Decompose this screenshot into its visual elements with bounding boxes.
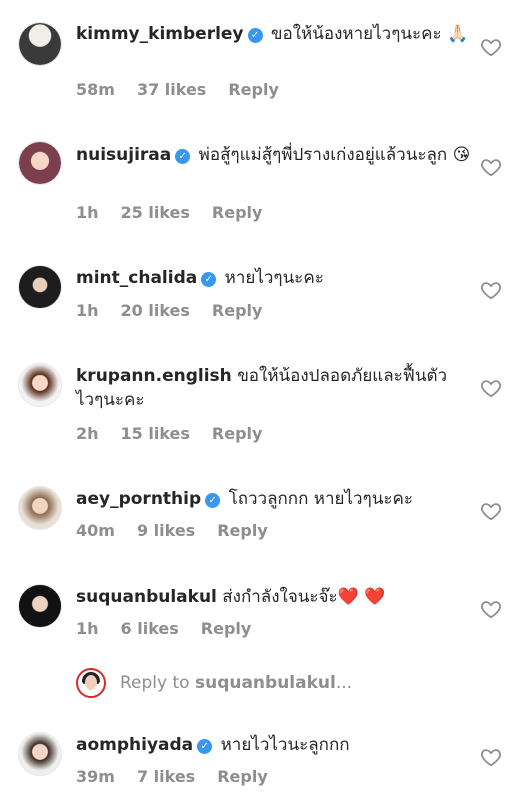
heart-icon[interactable] — [480, 746, 502, 768]
reply-button[interactable]: Reply — [212, 424, 263, 443]
username[interactable]: kimmy_kimberley — [76, 24, 244, 44]
like-count[interactable]: 37 likes — [137, 80, 206, 99]
avatar[interactable] — [18, 584, 62, 628]
comment-text: พ่อสู้ๆแม่สู้ๆพี่ปรางเก่งอยู่แล้วนะลูก 😘 — [198, 145, 471, 165]
avatar[interactable] — [18, 486, 62, 530]
comment-meta: 58m 37 likes Reply — [76, 80, 301, 99]
username[interactable]: aomphiyada — [76, 735, 193, 755]
like-count[interactable]: 15 likes — [121, 424, 190, 443]
username[interactable]: suquanbulakul — [76, 587, 217, 607]
comment-text: ขอให้น้องหายไวๆนะคะ 🙏🏻 — [270, 24, 469, 44]
avatar[interactable] — [18, 363, 62, 407]
reply-button[interactable]: Reply — [217, 767, 268, 786]
reply-to-text[interactable]: Reply to suquanbulakul... — [120, 673, 352, 693]
username[interactable]: mint_chalida — [76, 268, 197, 288]
heart-icon[interactable] — [480, 36, 502, 58]
current-user-avatar — [76, 668, 106, 698]
username[interactable]: krupann.english — [76, 366, 232, 386]
reply-button[interactable]: Reply — [212, 203, 263, 222]
comment-meta: 39m 7 likes Reply — [76, 767, 290, 786]
comment-time: 2h — [76, 424, 99, 443]
reply-to-user: suquanbulakul — [194, 673, 336, 693]
heart-icon[interactable] — [480, 500, 502, 522]
comment-time: 1h — [76, 619, 99, 638]
verified-badge-icon: ✓ — [205, 493, 221, 508]
comment-text: ส่งกำลังใจนะจ๊ะ❤️ ❤️ — [222, 587, 386, 607]
reply-button[interactable]: Reply — [201, 619, 252, 638]
reply-button[interactable]: Reply — [217, 521, 268, 540]
comment-text-block: kimmy_kimberley ✓ ขอให้น้องหายไวๆนะคะ 🙏🏻 — [76, 22, 471, 46]
username[interactable]: aey_pornthip — [76, 489, 201, 509]
like-count[interactable]: 7 likes — [137, 767, 195, 786]
comment-text-block: mint_chalida ✓ หายไวๆนะคะ — [76, 266, 471, 290]
reply-button[interactable]: Reply — [228, 80, 279, 99]
comment-meta: 2h 15 likes Reply — [76, 424, 284, 443]
heart-icon[interactable] — [480, 279, 502, 301]
heart-icon[interactable] — [480, 598, 502, 620]
like-count[interactable]: 9 likes — [137, 521, 195, 540]
avatar[interactable] — [18, 265, 62, 309]
comment-text-block: aey_pornthip ✓ โถววลูกกก หายไวๆนะคะ — [76, 487, 471, 511]
reply-to-suffix: ... — [335, 673, 353, 693]
comment-meta: 1h 6 likes Reply — [76, 619, 273, 638]
comment-meta: 1h 25 likes Reply — [76, 203, 284, 222]
comment-text-block: nuisujiraa ✓ พ่อสู้ๆแม่สู้ๆพี่ปรางเก่งอยู… — [76, 143, 471, 167]
avatar[interactable] — [18, 22, 62, 66]
like-count[interactable]: 25 likes — [121, 203, 190, 222]
comment-text-block: suquanbulakul ส่งกำลังใจนะจ๊ะ❤️ ❤️ — [76, 585, 471, 609]
heart-icon[interactable] — [480, 156, 502, 178]
verified-badge-icon: ✓ — [247, 28, 263, 43]
comment-text: หายไวๆนะคะ — [224, 268, 324, 288]
reply-button[interactable]: Reply — [212, 301, 263, 320]
verified-badge-icon: ✓ — [197, 739, 213, 754]
comment-time: 39m — [76, 767, 115, 786]
comment-time: 40m — [76, 521, 115, 540]
comment-meta: 1h 20 likes Reply — [76, 301, 284, 320]
comment-text-block: krupann.english ขอให้น้องปลอดภัยและฟื้นต… — [76, 364, 471, 412]
like-count[interactable]: 20 likes — [121, 301, 190, 320]
verified-badge-icon: ✓ — [175, 149, 191, 164]
comment-text: โถววลูกกก หายไวๆนะคะ — [228, 489, 413, 509]
comment-meta: 40m 9 likes Reply — [76, 521, 290, 540]
username[interactable]: nuisujiraa — [76, 145, 171, 165]
reply-to-prefix: Reply to — [120, 673, 195, 693]
reply-to-prompt[interactable]: Reply to suquanbulakul... — [76, 666, 496, 702]
verified-badge-icon: ✓ — [201, 272, 217, 287]
comment-time: 1h — [76, 301, 99, 320]
avatar[interactable] — [18, 141, 62, 185]
comment-text-block: aomphiyada ✓ หายไวไวนะลูกกก — [76, 733, 471, 757]
comment-text: หายไวไวนะลูกกก — [220, 735, 350, 755]
comment-time: 58m — [76, 80, 115, 99]
avatar[interactable] — [18, 732, 62, 776]
heart-icon[interactable] — [480, 377, 502, 399]
comment-time: 1h — [76, 203, 99, 222]
like-count[interactable]: 6 likes — [121, 619, 179, 638]
